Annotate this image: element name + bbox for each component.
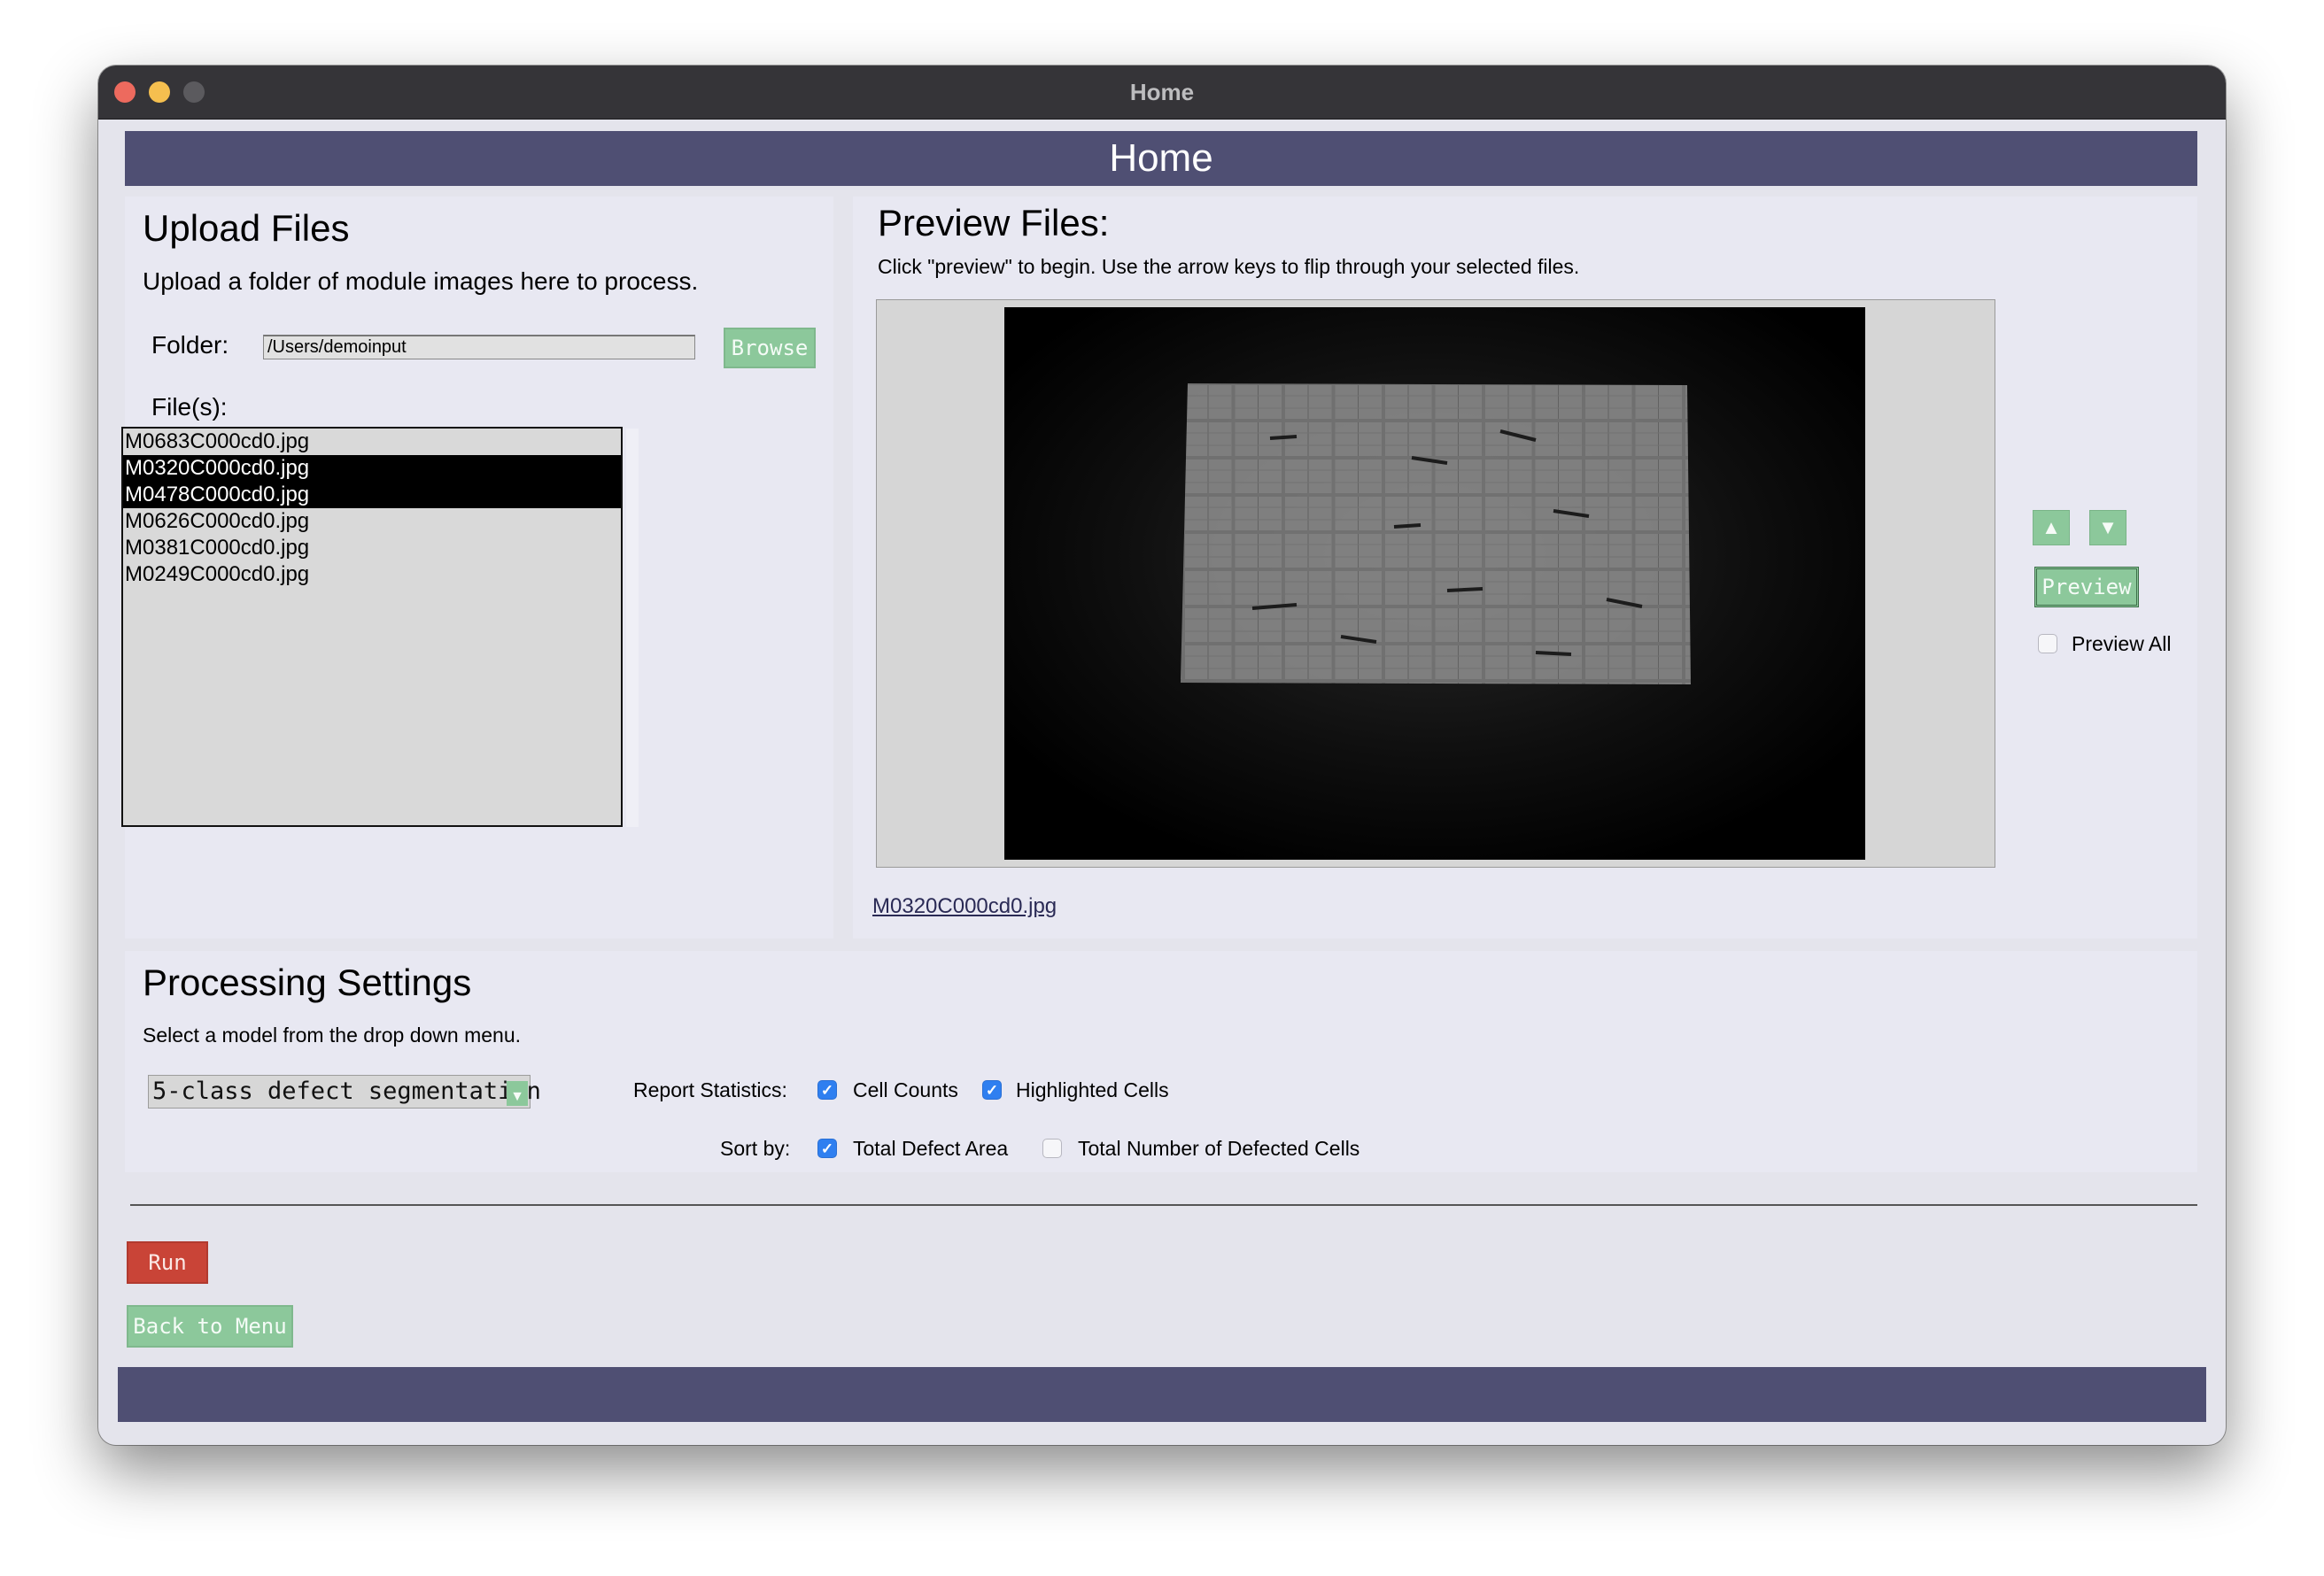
module-preview-image <box>1004 307 1865 860</box>
run-button[interactable]: Run <box>127 1241 208 1284</box>
back-to-menu-button[interactable]: Back to Menu <box>127 1305 293 1348</box>
model-select-value: 5-class defect segmentation <box>152 1078 541 1105</box>
upload-title: Upload Files <box>143 207 350 249</box>
file-list-item[interactable]: M0320C000cd0.jpg <box>123 455 621 482</box>
preview-instructions: Click "preview" to begin. Use the arrow … <box>878 255 1580 278</box>
upload-description: Upload a folder of module images here to… <box>143 267 699 295</box>
file-list-item[interactable]: M0478C000cd0.jpg <box>123 482 621 508</box>
total-defect-area-checkbox[interactable]: ✓ <box>817 1139 837 1158</box>
browse-button[interactable]: Browse <box>724 328 816 368</box>
triangle-up-icon: ▲ <box>2041 516 2061 538</box>
cell-counts-checkbox[interactable]: ✓ <box>817 1080 837 1100</box>
preview-title: Preview Files: <box>878 202 1110 243</box>
preview-button[interactable]: Preview <box>2034 567 2139 607</box>
triangle-down-icon: ▼ <box>2098 516 2118 538</box>
preview-frame <box>876 299 1995 868</box>
chevron-down-icon: ▼ <box>507 1081 528 1106</box>
file-list-item[interactable]: M0626C000cd0.jpg <box>123 508 621 535</box>
current-file-link[interactable]: M0320C000cd0.jpg <box>872 894 1057 919</box>
next-file-button[interactable]: ▼ <box>2089 510 2126 545</box>
report-statistics-label: Report Statistics: <box>633 1078 787 1101</box>
folder-label: Folder: <box>151 331 229 359</box>
processing-title: Processing Settings <box>143 962 472 1003</box>
window-title: Home <box>1129 79 1195 105</box>
file-list-item[interactable]: M0249C000cd0.jpg <box>123 561 621 588</box>
processing-description: Select a model from the drop down menu. <box>143 1024 522 1047</box>
sort-by-label: Sort by: <box>720 1137 791 1160</box>
files-label: File(s): <box>151 393 228 421</box>
highlighted-cells-label: Highlighted Cells <box>1016 1078 1169 1101</box>
folder-path-input[interactable] <box>263 335 695 359</box>
file-list[interactable]: M0683C000cd0.jpg M0320C000cd0.jpg M0478C… <box>121 427 623 827</box>
page-header: Home <box>125 131 2197 186</box>
total-defected-cells-label: Total Number of Defected Cells <box>1078 1137 1360 1160</box>
page-title: Home <box>1109 136 1213 180</box>
previous-file-button[interactable]: ▲ <box>2033 510 2070 545</box>
model-select[interactable]: 5-class defect segmentation ▼ <box>148 1075 541 1109</box>
file-list-item[interactable]: M0381C000cd0.jpg <box>123 535 621 561</box>
preview-all-label: Preview All <box>2072 632 2172 655</box>
total-defected-cells-checkbox[interactable] <box>1042 1139 1062 1158</box>
preview-all-checkbox[interactable] <box>2038 634 2057 653</box>
file-list-scrollbar[interactable] <box>626 429 639 827</box>
highlighted-cells-checkbox[interactable]: ✓ <box>982 1080 1002 1100</box>
title-bar: Home <box>98 66 2226 120</box>
divider <box>130 1204 2197 1206</box>
cell-counts-label: Cell Counts <box>853 1078 958 1101</box>
app-window: Home Home Upload Files Upload a folder o… <box>98 66 2226 1445</box>
file-list-item[interactable]: M0683C000cd0.jpg <box>123 429 621 455</box>
total-defect-area-label: Total Defect Area <box>853 1137 1009 1160</box>
footer-bar <box>118 1367 2206 1422</box>
